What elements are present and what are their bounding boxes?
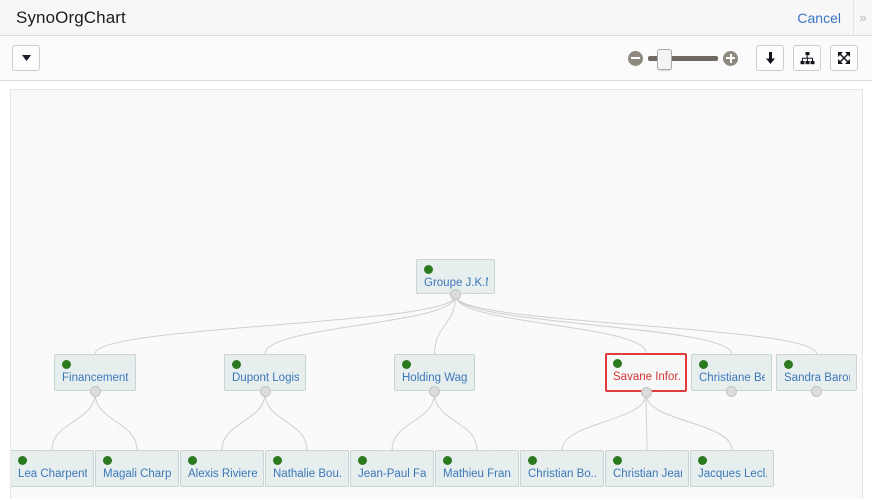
orgchart-node[interactable]: Jean-Paul Fa...	[350, 450, 434, 487]
orgchart-layout-button[interactable]	[793, 45, 821, 71]
orgchart-link	[264, 392, 308, 451]
node-collapse-handle[interactable]	[89, 386, 101, 397]
orgchart-node[interactable]: Alexis Riviere	[180, 450, 264, 487]
status-dot-icon	[613, 359, 622, 368]
status-dot-icon	[358, 456, 367, 465]
node-collapse-handle[interactable]	[726, 386, 737, 397]
hierarchy-icon	[800, 51, 815, 65]
header-actions: Cancel »	[785, 0, 872, 35]
orgchart-node-label: Mathieu Fran...	[443, 468, 512, 480]
orgchart-link	[455, 295, 817, 355]
status-dot-icon	[273, 456, 282, 465]
status-dot-icon	[698, 456, 707, 465]
chevron-right-double-icon[interactable]: »	[853, 0, 872, 35]
orgchart-node-label: Dupont Logis...	[232, 372, 299, 384]
cancel-button[interactable]: Cancel	[785, 10, 853, 26]
status-dot-icon	[103, 456, 112, 465]
orgchart-link	[434, 392, 478, 451]
status-dot-icon	[18, 456, 27, 465]
orgchart-link	[561, 393, 647, 451]
orgchart-links	[51, 295, 817, 451]
fullscreen-button[interactable]	[830, 45, 858, 71]
toolbar-right-group	[628, 45, 864, 71]
status-dot-icon	[528, 456, 537, 465]
node-collapse-handle[interactable]	[450, 289, 461, 300]
app-header: SynoOrgChart Cancel »	[0, 0, 872, 36]
orgchart-node-label: Holding Wag...	[402, 372, 468, 384]
orgchart-node-label: Nathalie Bou...	[273, 468, 342, 480]
orgchart-node-label: Savane Infor...	[613, 371, 680, 383]
orgchart-node-label: Financement...	[62, 372, 129, 384]
orgchart-link	[455, 295, 732, 355]
page-title: SynoOrgChart	[16, 7, 126, 27]
fullscreen-icon	[837, 51, 851, 65]
orgchart-node-label: Christian Jean	[613, 468, 682, 480]
orgchart-link	[645, 393, 648, 451]
status-dot-icon	[188, 456, 197, 465]
orgchart-node-label: Alexis Riviere	[188, 468, 257, 480]
orgchart-node-label: Magali Charp...	[103, 468, 172, 480]
orgchart-node-label: Christiane Be...	[699, 372, 765, 384]
zoom-out-button[interactable]	[628, 50, 643, 66]
orgchart-node-label: Lea Charpent...	[18, 468, 87, 480]
orgchart-node[interactable]: Christian Bo...	[520, 450, 604, 487]
zoom-slider[interactable]	[648, 49, 718, 70]
orgchart-node[interactable]: Christian Jean	[605, 450, 689, 487]
orgchart-node-label: Jean-Paul Fa...	[358, 468, 427, 480]
orgchart-link	[434, 295, 456, 355]
orgchart-link	[221, 392, 266, 451]
orgchart-link	[455, 295, 647, 354]
orgchart-node[interactable]: Nathalie Bou...	[265, 450, 349, 487]
orgchart-link	[94, 392, 138, 451]
options-dropdown-button[interactable]	[12, 45, 40, 71]
node-collapse-handle[interactable]	[640, 387, 652, 398]
orgchart-node[interactable]: Lea Charpent...	[11, 450, 94, 487]
status-dot-icon	[232, 360, 241, 369]
orgchart-node-label: Jacques Lecl...	[698, 468, 767, 480]
orgchart-link	[264, 295, 456, 355]
orgchart-link	[645, 393, 733, 451]
status-dot-icon	[699, 360, 708, 369]
status-dot-icon	[443, 456, 452, 465]
chart-toolbar	[0, 36, 872, 81]
orgchart-node[interactable]: Magali Charp...	[95, 450, 179, 487]
orgchart-node-label: Christian Bo...	[528, 468, 597, 480]
chevron-down-icon	[21, 55, 31, 61]
node-collapse-handle[interactable]	[811, 386, 822, 397]
status-dot-icon	[62, 360, 71, 369]
download-icon	[764, 51, 777, 65]
orgchart-node[interactable]: Mathieu Fran...	[435, 450, 519, 487]
orgchart-node[interactable]: Jacques Lecl...	[690, 450, 774, 487]
download-button[interactable]	[756, 45, 784, 71]
orgchart-node-label: Sandra Baron	[784, 372, 850, 384]
node-collapse-handle[interactable]	[259, 386, 271, 397]
status-dot-icon	[613, 456, 622, 465]
orgchart-link	[94, 295, 456, 355]
zoom-control	[628, 49, 738, 70]
orgchart-link	[51, 392, 96, 451]
zoom-slider-handle[interactable]	[656, 49, 672, 70]
status-dot-icon	[402, 360, 411, 369]
status-dot-icon	[424, 265, 433, 274]
node-collapse-handle[interactable]	[429, 386, 440, 397]
status-dot-icon	[784, 360, 793, 369]
orgchart-link	[391, 392, 435, 451]
zoom-in-button[interactable]	[723, 50, 738, 66]
orgchart-canvas[interactable]: Groupe J.K.M.Financement...Dupont Logis.…	[10, 89, 863, 499]
